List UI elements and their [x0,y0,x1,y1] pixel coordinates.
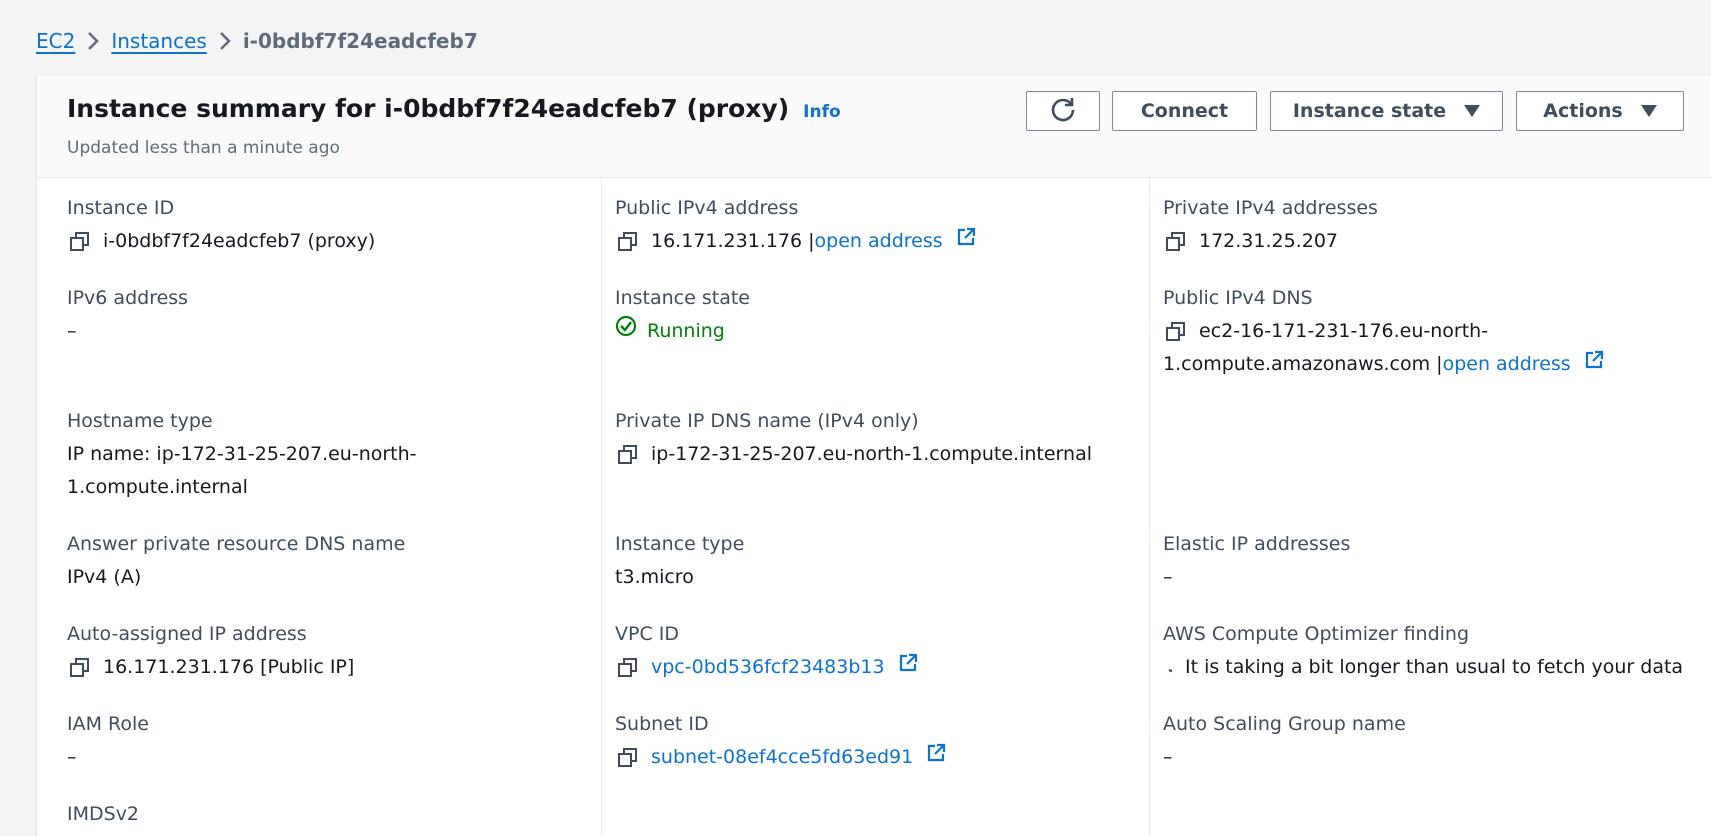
field-public-dns: Public IPv4 DNS ec2-16-171-231-176.eu-no… [1163,282,1605,381]
field-vpc-id: VPC ID vpc-0bd536fcf23483b13 [615,618,919,684]
private-ipv4-value: 172.31.25.207 [1199,230,1339,252]
field-answer-dns: Answer private resource DNS name IPv4 (A… [67,528,405,594]
external-link-icon[interactable] [955,226,977,248]
field-ipv6: IPv6 address – [67,282,188,348]
info-link[interactable]: Info [803,102,841,122]
actions-button[interactable]: Actions [1516,91,1684,131]
field-hostname-type: Hostname type IP name: ip-172-31-25-207.… [67,405,417,504]
copy-icon[interactable] [1163,319,1189,345]
breadcrumb-ec2[interactable]: EC2 [36,29,75,53]
ipv6-value: – [67,320,77,342]
chevron-right-icon [207,30,243,52]
copy-icon[interactable] [1163,229,1189,255]
updated-timestamp: Updated less than a minute ago [67,138,340,158]
field-label: Elastic IP addresses [1163,533,1351,555]
copy-icon[interactable] [67,655,93,681]
instance-state-value: Running [647,320,725,342]
asg-name-value: – [1163,746,1173,768]
iam-role-value: – [67,746,77,768]
instance-state-button[interactable]: Instance state [1270,91,1503,131]
field-public-ipv4: Public IPv4 address 16.171.231.176 |open… [615,192,977,258]
field-label: Auto-assigned IP address [67,623,307,645]
field-label: IPv6 address [67,287,189,309]
field-instance-id: Instance ID i-0bdbf7f24eadcfeb7 (proxy) [67,192,375,258]
column-divider [1149,178,1150,836]
instance-id-value: i-0bdbf7f24eadcfeb7 (proxy) [103,230,376,252]
field-label: Subnet ID [615,713,709,735]
elastic-ip-value: – [1163,566,1173,588]
field-label: Instance ID [67,197,175,219]
instance-summary-container: Instance summary for i-0bdbf7f24eadcfeb7… [36,76,1711,836]
field-label: Instance type [615,533,745,555]
external-link-icon[interactable] [925,742,947,764]
breadcrumb-current: i-0bdbf7f24eadcfeb7 [242,29,478,53]
external-link-icon[interactable] [897,652,919,674]
field-label: Private IPv4 addresses [1163,197,1378,219]
vpc-id-link[interactable]: vpc-0bd536fcf23483b13 [651,656,885,678]
field-subnet-id: Subnet ID subnet-08ef4cce5fd63ed91 [615,708,947,774]
private-dns-value: ip-172-31-25-207.eu-north-1.compute.inte… [651,443,1092,465]
open-address-link[interactable]: open address [815,230,943,252]
public-dns-line2: 1.compute.amazonaws.com [1163,353,1431,375]
check-circle-icon [615,315,637,348]
caret-down-icon [1464,105,1481,117]
column-divider [601,178,602,836]
connect-button[interactable]: Connect [1112,91,1257,131]
field-private-ipv4: Private IPv4 addresses 172.31.25.207 [1163,192,1378,258]
copy-icon[interactable] [615,442,641,468]
refresh-icon [1049,95,1077,128]
chevron-right-icon [75,30,111,52]
caret-down-icon [1640,105,1657,117]
field-label: Public IPv4 address [615,197,799,219]
instance-state-label: Instance state [1292,100,1447,122]
field-instance-type: Instance type t3.micro [615,528,744,594]
refresh-button[interactable] [1026,91,1100,131]
copy-icon[interactable] [67,229,93,255]
optimizer-value: It is taking a bit longer than usual to … [1185,656,1684,678]
field-label: AWS Compute Optimizer finding [1163,623,1470,645]
actions-label: Actions [1543,100,1623,122]
external-link-icon[interactable] [1583,349,1605,371]
public-dns-line1: ec2-16-171-231-176.eu-north- [1199,320,1489,342]
breadcrumb-instances[interactable]: Instances [111,29,207,53]
field-label: Instance state [615,287,750,309]
field-optimizer: AWS Compute Optimizer finding It is taki… [1163,618,1683,684]
breadcrumb: EC2 Instances i-0bdbf7f24eadcfeb7 [36,26,478,56]
field-asg-name: Auto Scaling Group name – [1163,708,1406,774]
field-label: IMDSv2 [67,803,140,825]
field-elastic-ip: Elastic IP addresses – [1163,528,1350,594]
spinner-icon [1163,651,1181,684]
field-label: Auto Scaling Group name [1163,713,1406,735]
field-label: Hostname type [67,410,213,432]
public-ipv4-value: 16.171.231.176 [651,230,803,252]
auto-ip-value: 16.171.231.176 [Public IP] [103,656,355,678]
open-address-link[interactable]: open address [1443,353,1571,375]
page-title-text: Instance summary for i-0bdbf7f24eadcfeb7… [67,94,790,123]
hostname-type-line1: IP name: ip-172-31-25-207.eu-north- [67,443,417,465]
answer-dns-value: IPv4 (A) [67,566,142,588]
copy-icon[interactable] [615,745,641,771]
instance-type-value: t3.micro [615,566,694,588]
field-iam-role: IAM Role – [67,708,149,774]
subnet-id-link[interactable]: subnet-08ef4cce5fd63ed91 [651,746,913,768]
details-grid: Instance ID i-0bdbf7f24eadcfeb7 (proxy) … [37,178,1711,836]
copy-icon[interactable] [615,655,641,681]
field-auto-ip: Auto-assigned IP address 16.171.231.176 … [67,618,354,684]
field-instance-state: Instance state Running [615,282,750,348]
field-label: Answer private resource DNS name [67,533,406,555]
field-private-dns: Private IP DNS name (IPv4 only) ip-172-3… [615,405,1092,471]
summary-header: Instance summary for i-0bdbf7f24eadcfeb7… [37,76,1711,178]
field-label: Private IP DNS name (IPv4 only) [615,410,919,432]
hostname-type-line2: 1.compute.internal [67,476,248,498]
field-label: VPC ID [615,623,679,645]
page-title: Instance summary for i-0bdbf7f24eadcfeb7… [67,94,841,123]
field-label: IAM Role [67,713,149,735]
field-label: Public IPv4 DNS [1163,287,1313,309]
field-imdsv2: IMDSv2 [67,798,139,831]
copy-icon[interactable] [615,229,641,255]
